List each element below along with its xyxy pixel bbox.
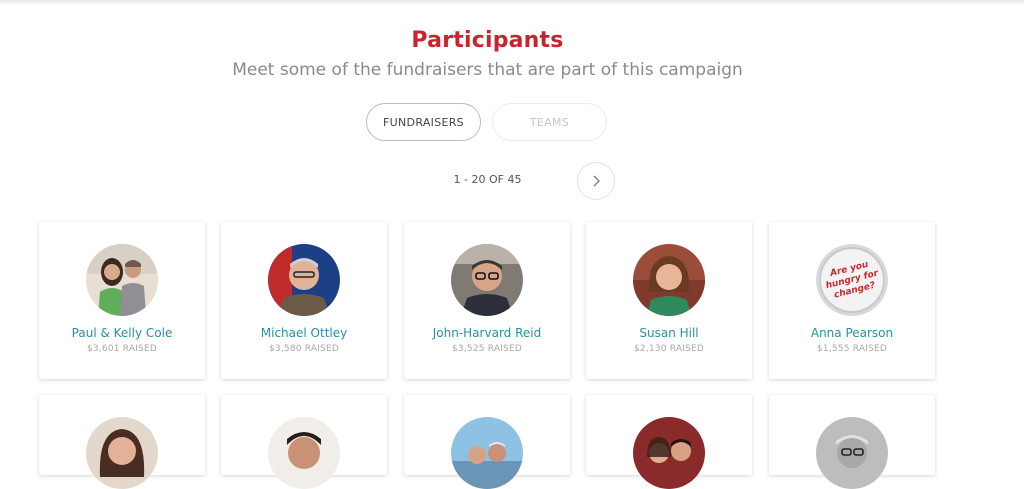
- participant-card[interactable]: Susan Hill $2,130 RAISED: [586, 222, 752, 379]
- participant-raised: $2,130 RAISED: [634, 344, 704, 354]
- participant-name[interactable]: Susan Hill: [586, 326, 752, 340]
- avatar: [86, 244, 158, 316]
- participant-name[interactable]: John-Harvard Reid: [404, 326, 570, 340]
- participant-card[interactable]: [586, 395, 752, 489]
- avatar: [816, 417, 888, 489]
- participant-raised: $1,555 RAISED: [817, 344, 887, 354]
- avatar: [633, 244, 705, 316]
- chevron-right-icon: [593, 175, 600, 187]
- participant-card[interactable]: Michael Ottley $3,580 RAISED: [221, 222, 387, 379]
- participant-card[interactable]: [39, 395, 205, 489]
- page-title: Participants: [411, 28, 564, 53]
- participant-name[interactable]: Anna Pearson: [769, 326, 935, 340]
- page-subtitle: Meet some of the fundraisers that are pa…: [232, 60, 743, 80]
- participant-card[interactable]: John-Harvard Reid $3,525 RAISED: [404, 222, 570, 379]
- avatar: [451, 417, 523, 489]
- top-divider: [0, 0, 1024, 4]
- participant-card[interactable]: Are you hungry for change? Anna Pearson …: [769, 222, 935, 379]
- avatar: [86, 417, 158, 489]
- participant-card[interactable]: Paul & Kelly Cole $3,601 RAISED: [39, 222, 205, 379]
- participant-raised: $3,601 RAISED: [87, 344, 157, 354]
- avatar: [451, 244, 523, 316]
- tab-teams[interactable]: TEAMS: [492, 103, 607, 141]
- avatar: [633, 417, 705, 489]
- avatar: Are you hungry for change?: [816, 244, 888, 316]
- tab-fundraisers[interactable]: FUNDRAISERS: [366, 103, 481, 141]
- participant-card[interactable]: [404, 395, 570, 489]
- pagination-label: 1 - 20 OF 45: [453, 173, 522, 186]
- participant-raised: $3,580 RAISED: [269, 344, 339, 354]
- participant-raised: $3,525 RAISED: [452, 344, 522, 354]
- participant-card[interactable]: [769, 395, 935, 489]
- participant-name[interactable]: Paul & Kelly Cole: [39, 326, 205, 340]
- avatar: [268, 244, 340, 316]
- participant-name[interactable]: Michael Ottley: [221, 326, 387, 340]
- next-page-button[interactable]: [577, 162, 615, 200]
- participant-card[interactable]: [221, 395, 387, 489]
- avatar: [268, 417, 340, 489]
